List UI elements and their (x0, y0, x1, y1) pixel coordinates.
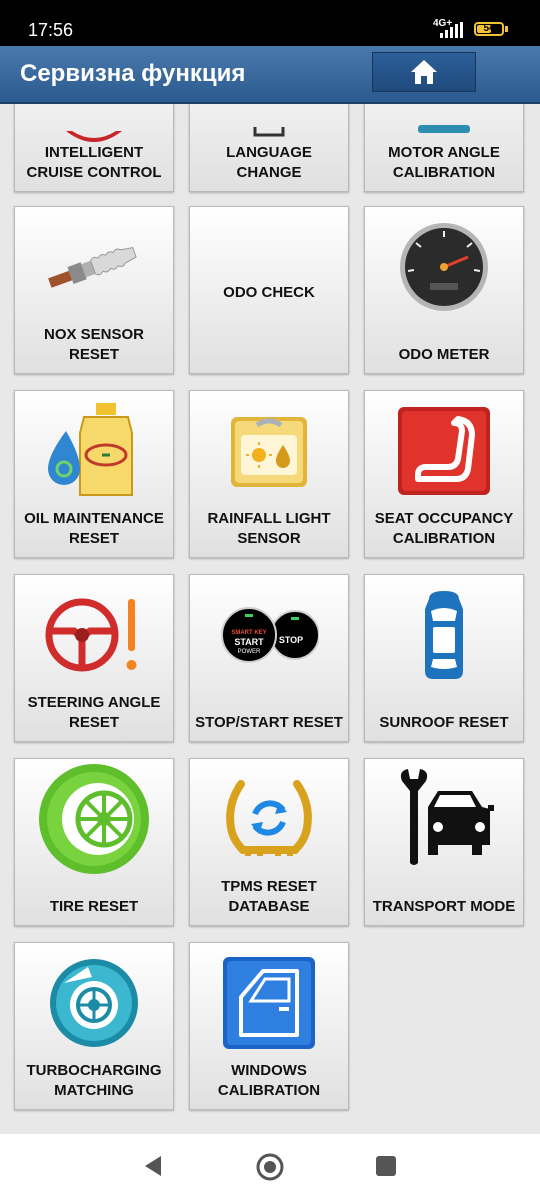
seat-icon (365, 401, 523, 501)
home-icon (411, 60, 437, 84)
tile-label: ODO CHECK (223, 284, 315, 301)
tile-label: RAINFALL LIGHT SENSOR (207, 510, 331, 547)
tile-sunroof-reset[interactable]: SUNROOF RESET (364, 574, 524, 742)
steering-wheel-icon (15, 585, 173, 685)
tile-label: TRANSPORT MODE (372, 898, 516, 915)
status-bar: 17:56 4G+ 54 (0, 0, 540, 46)
clock: 17:56 (28, 20, 74, 40)
tile-label: STEERING ANGLE RESET (27, 694, 161, 731)
tile-label: SEAT OCCUPANCY CALIBRATION (374, 510, 514, 547)
tile-label: ODO METER (398, 346, 490, 363)
tile-label: LANGUAGE CHANGE (226, 144, 312, 181)
system-nav-bar (0, 1134, 540, 1200)
home-circle-icon[interactable] (255, 1152, 285, 1182)
signal-icon (440, 22, 463, 38)
tile-nox-sensor-reset[interactable]: NOX SENSOR RESET (14, 206, 174, 374)
tile-label: NOX SENSOR RESET (43, 326, 145, 363)
tile-language-change[interactable]: LANGUAGE CHANGE (189, 104, 349, 192)
tile-motor-angle-calibration[interactable]: MOTOR ANGLE CALIBRATION (364, 104, 524, 192)
home-button[interactable] (372, 52, 476, 92)
oil-bottle-icon (15, 401, 173, 501)
tile-stop-start-reset[interactable]: SMART KEY START POWER STOP STOP/START RE… (189, 574, 349, 742)
tile-odo-meter[interactable]: ODO METER (364, 206, 524, 374)
tile-label: MOTOR ANGLE CALIBRATION (388, 144, 500, 181)
page-title: Сервизна функция (20, 60, 246, 87)
battery-tip (505, 26, 508, 32)
recents-icon[interactable] (374, 1154, 398, 1178)
tile-label: SUNROOF RESET (379, 714, 509, 731)
stop-text: STOP (278, 635, 304, 645)
power-text: POWER (237, 649, 261, 655)
tile-turbocharging-matching[interactable]: TURBOCHARGING MATCHING (14, 942, 174, 1110)
speedometer-icon (365, 217, 523, 317)
tile-label: INTELLIGENT CRUISE CONTROL (26, 144, 162, 181)
tile-label: WINDOWS CALIBRATION (217, 1062, 321, 1099)
tpms-icon (190, 769, 348, 869)
tile-tpms-reset-database[interactable]: TPMS RESET DATABASE (189, 758, 349, 926)
app-header: Сервизна функция (0, 46, 540, 104)
back-icon[interactable] (143, 1154, 163, 1178)
tile-transport-mode[interactable]: TRANSPORT MODE (364, 758, 524, 926)
tile-oil-maintenance-reset[interactable]: OIL MAINTENANCE RESET (14, 390, 174, 558)
tile-odo-check[interactable]: ODO CHECK (189, 206, 349, 374)
oxygen-sensor-icon (15, 217, 173, 317)
tile-label: TIRE RESET (49, 898, 139, 915)
battery-level: 54 (483, 23, 495, 34)
tire-icon (15, 764, 173, 874)
wrench-car-icon (365, 769, 523, 869)
tile-steering-angle-reset[interactable]: STEERING ANGLE RESET (14, 574, 174, 742)
tile-rainfall-light-sensor[interactable]: RAINFALL LIGHT SENSOR (189, 390, 349, 558)
car-top-view-icon (365, 585, 523, 685)
tile-intelligent-cruise-control[interactable]: INTELLIGENT CRUISE CONTROL (14, 104, 174, 192)
tile-label: STOP/START RESET (195, 714, 343, 731)
service-function-grid: INTELLIGENT CRUISE CONTROL LANGUAGE CHAN… (0, 104, 540, 1132)
car-door-icon (190, 953, 348, 1053)
turbo-icon (15, 953, 173, 1053)
tile-windows-calibration[interactable]: WINDOWS CALIBRATION (189, 942, 349, 1110)
tile-label: TURBOCHARGING MATCHING (26, 1062, 162, 1099)
tile-label: TPMS RESET DATABASE (221, 878, 317, 915)
battery-icon: 54 (474, 22, 504, 36)
tile-seat-occupancy-calibration[interactable]: SEAT OCCUPANCY CALIBRATION (364, 390, 524, 558)
tile-label: OIL MAINTENANCE RESET (24, 510, 164, 547)
rain-light-sensor-icon (190, 401, 348, 501)
tile-tire-reset[interactable]: TIRE RESET (14, 758, 174, 926)
